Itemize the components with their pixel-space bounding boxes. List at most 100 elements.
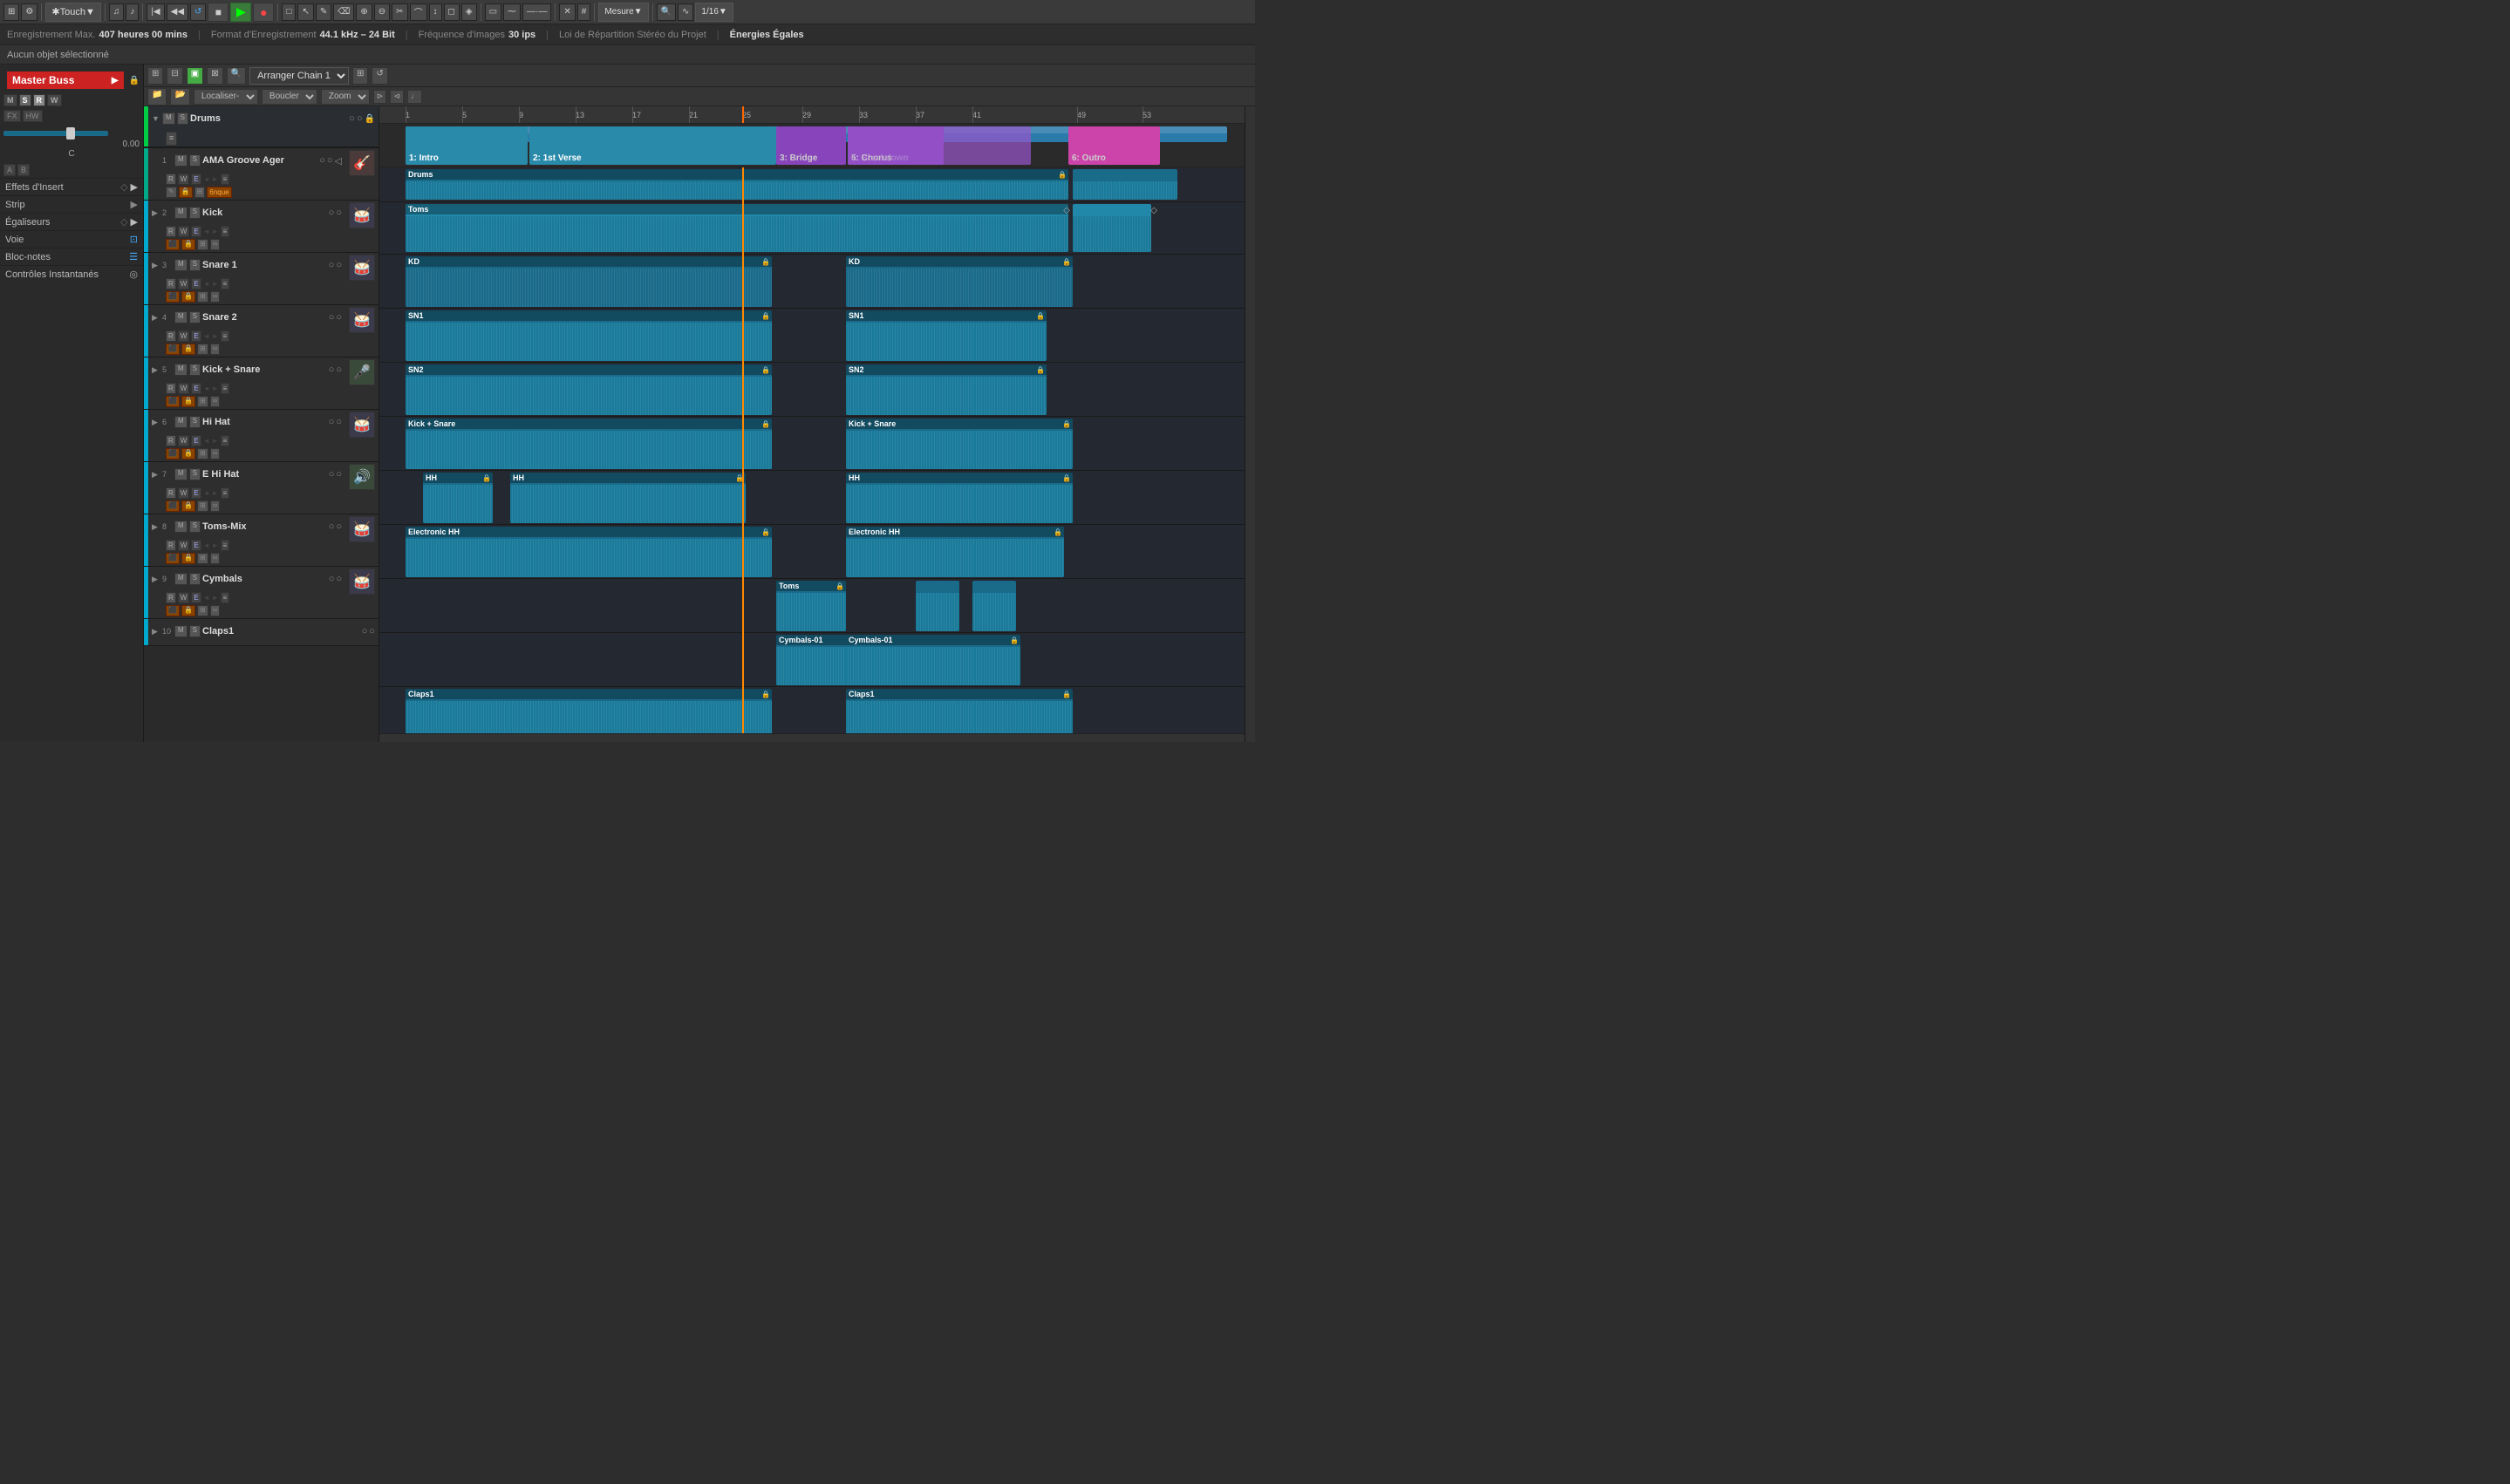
kicksnare-icon2[interactable]: 🔒 bbox=[181, 396, 195, 407]
hihat-e-btn[interactable]: E bbox=[191, 435, 201, 446]
mesure-display[interactable]: Mesure ▼ bbox=[598, 3, 648, 22]
ama-e-btn[interactable]: E bbox=[191, 174, 201, 185]
snare2-icon2[interactable]: 🔒 bbox=[181, 344, 195, 355]
ruler-tool-btn[interactable]: —·— bbox=[522, 3, 551, 21]
kicksnare-clip-1[interactable]: Kick + Snare 🔒 bbox=[406, 419, 772, 469]
ama-grid-btn[interactable]: ⊞ bbox=[194, 187, 206, 198]
section-verse[interactable]: 2: 1st Verse bbox=[529, 126, 776, 165]
tomsmix-e-btn[interactable]: E bbox=[191, 540, 201, 551]
volume-fader-track[interactable] bbox=[3, 131, 108, 136]
folder-icon-btn2[interactable]: 📂 bbox=[170, 88, 189, 106]
snare2-expand-arrow[interactable]: ▶ bbox=[152, 313, 160, 323]
snare2-extra-btn[interactable]: ≡ bbox=[221, 330, 230, 342]
tomsmix-mute-btn[interactable]: M bbox=[174, 521, 188, 533]
kick-w-btn[interactable]: W bbox=[178, 226, 190, 237]
audio-icon-btn[interactable]: ♪ bbox=[126, 3, 139, 21]
tomsmix-extra-btn[interactable]: ≡ bbox=[221, 540, 230, 551]
snare2-w-btn[interactable]: W bbox=[178, 330, 190, 342]
cymbals-icon1[interactable]: ⬛ bbox=[166, 605, 180, 616]
section-outro[interactable]: 6: Outro bbox=[1068, 126, 1160, 165]
ama-pencil-btn[interactable]: ✎ bbox=[166, 187, 177, 198]
snare2-mute-btn[interactable]: M bbox=[174, 311, 188, 323]
go-start-btn[interactable]: |◀ bbox=[147, 3, 164, 21]
drums-solo-btn[interactable]: S bbox=[177, 112, 188, 125]
cymbals-w-btn[interactable]: W bbox=[178, 592, 190, 603]
kicksnare-w-btn[interactable]: W bbox=[178, 383, 190, 394]
hihat-icon2[interactable]: 🔒 bbox=[181, 448, 195, 459]
ama-lock-orange-btn[interactable]: 🔒 bbox=[179, 187, 193, 198]
arranger-view-btn-4[interactable]: ⊠ bbox=[207, 67, 222, 85]
kick-icon1[interactable]: ⬛ bbox=[166, 239, 180, 250]
hihat-icon1[interactable]: ⬛ bbox=[166, 448, 180, 459]
claps1-clip-1[interactable]: Claps1 🔒 bbox=[406, 689, 772, 733]
toms-clip-1[interactable]: Toms bbox=[406, 204, 1068, 252]
ehihat-loop-btn[interactable]: ∞ bbox=[210, 500, 221, 512]
ehihat-grid-btn[interactable]: ⊞ bbox=[197, 500, 208, 512]
search-btn[interactable]: 🔍 bbox=[657, 3, 676, 21]
rect-tool-btn[interactable]: ▭ bbox=[485, 3, 501, 21]
arranger-view-btn-3[interactable]: ▣ bbox=[187, 67, 203, 85]
arranger-loop-section-btn[interactable]: ↺ bbox=[372, 67, 387, 85]
ama-mute-btn[interactable]: M bbox=[174, 154, 188, 167]
kick-clip-2[interactable]: KD 🔒 bbox=[846, 256, 1073, 307]
hash-icon-btn[interactable]: # bbox=[577, 3, 591, 21]
snare1-icon2[interactable]: 🔒 bbox=[181, 291, 195, 303]
tomsmix-expand-arrow[interactable]: ▶ bbox=[152, 522, 160, 532]
snare2-grid-btn[interactable]: ⊞ bbox=[197, 344, 208, 355]
cymbals-extra-btn[interactable]: ≡ bbox=[221, 592, 230, 603]
cymbals-icon2[interactable]: 🔒 bbox=[181, 605, 195, 616]
tomsmix-loop-btn[interactable]: ∞ bbox=[210, 553, 221, 564]
drums-clip-2[interactable] bbox=[1073, 169, 1177, 200]
hihat-mute-btn[interactable]: M bbox=[174, 416, 188, 428]
ehihat-mute-btn[interactable]: M bbox=[174, 468, 188, 480]
volume-fader-handle[interactable] bbox=[66, 127, 75, 140]
tomsmix-r-btn[interactable]: R bbox=[166, 540, 176, 551]
quantize-display[interactable]: 1/16 ▼ bbox=[695, 3, 733, 22]
cymbals-loop-btn[interactable]: ∞ bbox=[210, 605, 221, 616]
ehihat-r-btn[interactable]: R bbox=[166, 487, 176, 499]
zoom-select[interactable]: Zoom bbox=[321, 89, 370, 105]
hihat-clip-3[interactable]: HH 🔒 bbox=[846, 473, 1073, 523]
hihat-solo-btn[interactable]: S bbox=[189, 416, 201, 428]
sidebar-section-controls[interactable]: Contrôles Instantanés ◎ bbox=[0, 265, 143, 283]
sidebar-section-eq[interactable]: Égaliseurs ◇ ▶ bbox=[0, 213, 143, 230]
zoom-out-tool-btn[interactable]: ⊖ bbox=[374, 3, 390, 21]
metronome-btn[interactable]: ♩ bbox=[407, 90, 422, 104]
sidebar-section-notes[interactable]: Bloc-notes ☰ bbox=[0, 248, 143, 265]
send-hw-btn[interactable]: HW bbox=[23, 110, 43, 122]
loop-btn[interactable]: ↺ bbox=[190, 3, 206, 21]
velocity-tool-btn[interactable]: ↕ bbox=[429, 3, 442, 21]
tomsmix-clip-3[interactable] bbox=[972, 581, 1016, 631]
drums-expand-arrow[interactable]: ▼ bbox=[152, 114, 160, 123]
mute-btn[interactable]: M bbox=[3, 94, 17, 106]
snare1-grid-btn[interactable]: ⊞ bbox=[197, 291, 208, 303]
snare2-loop-btn[interactable]: ∞ bbox=[210, 344, 221, 355]
punch-out-btn[interactable]: ⊲ bbox=[390, 90, 404, 104]
right-scrollbar[interactable] bbox=[1245, 106, 1255, 742]
oscilloscope-btn[interactable]: ∿ bbox=[678, 3, 693, 21]
read-btn[interactable]: R bbox=[33, 94, 46, 106]
master-lock-btn[interactable]: 🔒 bbox=[129, 76, 140, 85]
cymbals-e-btn[interactable]: E bbox=[191, 592, 201, 603]
hihat-expand-arrow[interactable]: ▶ bbox=[152, 418, 160, 427]
snare2-solo-btn[interactable]: S bbox=[189, 311, 201, 323]
bottom-scrollbar[interactable] bbox=[379, 733, 1245, 742]
hihat-r-btn[interactable]: R bbox=[166, 435, 176, 446]
zoom-tool-btn[interactable]: ⊕ bbox=[356, 3, 372, 21]
toms-clip-2[interactable] bbox=[1073, 204, 1151, 252]
ehihat-clip-1[interactable]: Electronic HH 🔒 bbox=[406, 527, 772, 577]
kick-expand-arrow[interactable]: ▶ bbox=[152, 208, 160, 218]
boucler-select[interactable]: Boucler bbox=[262, 89, 317, 105]
kicksnare-grid-btn[interactable]: ⊞ bbox=[197, 396, 208, 407]
snare1-e-btn[interactable]: E bbox=[191, 278, 201, 289]
sidebar-section-strip[interactable]: Strip ▶ bbox=[0, 195, 143, 213]
ama-extra-btn[interactable]: ≡ bbox=[221, 174, 230, 185]
ehihat-w-btn[interactable]: W bbox=[178, 487, 190, 499]
kicksnare-loop-btn[interactable]: ∞ bbox=[210, 396, 221, 407]
snare1-w-btn[interactable]: W bbox=[178, 278, 190, 289]
kicksnare-solo-btn[interactable]: S bbox=[189, 364, 201, 376]
cross-icon-btn[interactable]: ✕ bbox=[559, 3, 575, 21]
arranger-add-section-btn[interactable]: ⊞ bbox=[352, 67, 368, 85]
kicksnare-icon1[interactable]: ⬛ bbox=[166, 396, 180, 407]
hihat-extra-btn[interactable]: ≡ bbox=[221, 435, 230, 446]
